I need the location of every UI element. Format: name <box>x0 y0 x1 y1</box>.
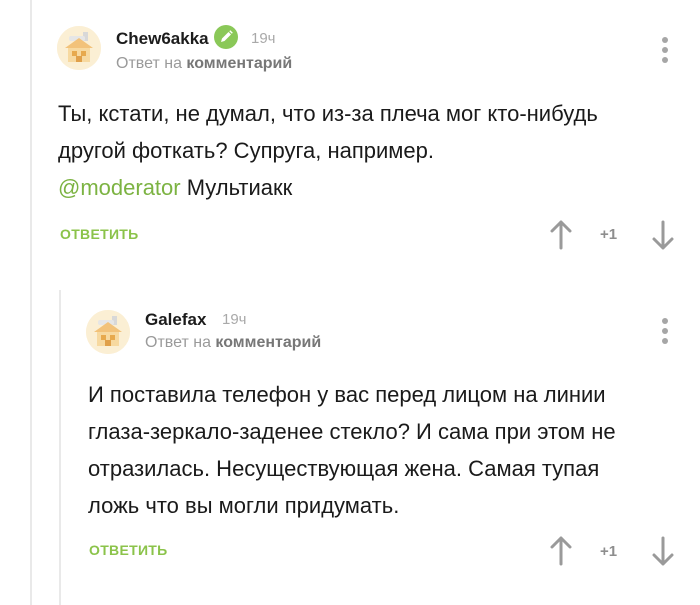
comment-reply: Galefax 19ч Ответ на комментарий И поста… <box>0 290 700 605</box>
reply-to-prefix: Ответ на <box>116 55 182 72</box>
comment-time[interactable]: 19ч <box>251 30 276 47</box>
comment-time[interactable]: 19ч <box>222 311 247 328</box>
reply-to: Ответ на комментарий <box>145 334 321 352</box>
mention-suffix: Мультиакк <box>180 175 293 200</box>
author-name[interactable]: Galefax <box>145 310 206 330</box>
comment-line: другой фоткать? Супруга, например. <box>58 138 434 163</box>
reply-to-link[interactable]: комментарий <box>215 334 321 351</box>
arrow-down-icon <box>652 220 674 250</box>
reply-to: Ответ на комментарий <box>116 55 292 73</box>
reply-to-prefix: Ответ на <box>145 334 211 351</box>
rating-value: +1 <box>600 543 618 560</box>
verified-badge <box>214 25 238 49</box>
comment-line: отразилась. Несуществующая жена. Самая т… <box>88 456 600 481</box>
comment-line: @moderator Мультиакк <box>58 169 678 206</box>
reply-button[interactable]: ОТВЕТИТЬ <box>60 226 139 242</box>
comment-line: Ты, кстати, не думал, что из-за плеча мо… <box>58 101 598 126</box>
rating-value: +1 <box>600 226 618 243</box>
downvote-button[interactable] <box>650 219 676 251</box>
avatar[interactable] <box>57 26 101 70</box>
upvote-button[interactable] <box>548 219 574 251</box>
upvote-button[interactable] <box>548 535 574 567</box>
avatar[interactable] <box>86 310 130 354</box>
avatar-house-icon <box>57 26 101 70</box>
comment-text: Ты, кстати, не думал, что из-за плеча мо… <box>58 95 678 206</box>
comment: Chew6akka 19ч Ответ на комментарий Ты, к… <box>0 0 700 290</box>
downvote-button[interactable] <box>650 535 676 567</box>
more-vertical-icon[interactable] <box>662 37 668 67</box>
arrow-up-icon <box>550 536 572 566</box>
arrow-down-icon <box>652 536 674 566</box>
comment-line: глаза-зеркало-заденее стекло? И сама при… <box>88 419 616 444</box>
reply-to-link[interactable]: комментарий <box>186 55 292 72</box>
arrow-up-icon <box>550 220 572 250</box>
reply-button[interactable]: ОТВЕТИТЬ <box>89 542 168 558</box>
comment-line: И поставила телефон у вас перед лицом на… <box>88 382 606 407</box>
mention-link[interactable]: @moderator <box>58 175 181 200</box>
pencil-icon <box>221 30 233 42</box>
author-name[interactable]: Chew6akka <box>116 29 209 49</box>
more-vertical-icon[interactable] <box>662 318 668 348</box>
avatar-house-icon <box>86 310 130 354</box>
comment-text: И поставила телефон у вас перед лицом на… <box>88 376 678 524</box>
comment-line: ложь что вы могли придумать. <box>88 493 400 518</box>
